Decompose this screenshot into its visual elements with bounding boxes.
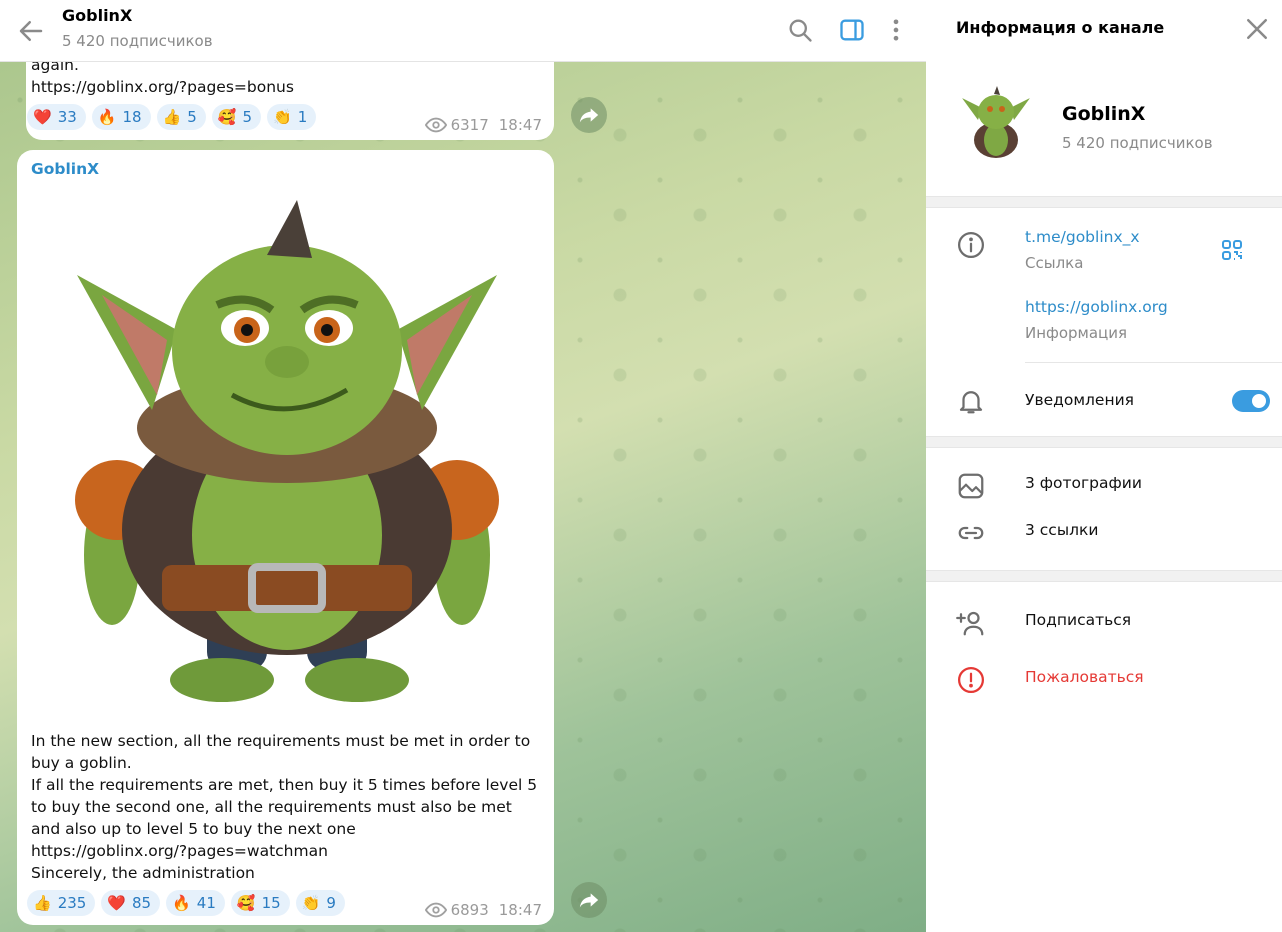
goblin-image[interactable] [57, 200, 517, 710]
media-section: 3 фотографии 3 ссылки [926, 448, 1282, 570]
message-text: In the new section, all the requirements… [31, 732, 531, 772]
message-link[interactable]: https://goblinx.org/?pages=watchman [31, 840, 328, 862]
report-button[interactable]: Пожаловаться [1025, 668, 1144, 686]
reaction-fire[interactable]: 🔥 41 [166, 890, 225, 916]
goblin-avatar-icon [956, 80, 1036, 160]
message-text: Sincerely, the administration [31, 864, 255, 882]
reaction-heart[interactable]: ❤️ 33 [27, 104, 86, 130]
message-meta: 6893 18:47 [424, 901, 542, 919]
search-icon[interactable] [786, 16, 814, 44]
divider [926, 196, 1282, 208]
notifications-label: Уведомления [1025, 391, 1134, 409]
reaction-clap[interactable]: 👏 9 [295, 890, 345, 916]
message-sender[interactable]: GoblinX [31, 160, 99, 178]
forward-arrow-icon [579, 893, 599, 908]
more-vertical-icon[interactable] [882, 16, 910, 44]
reaction-heart[interactable]: ❤️ 85 [101, 890, 161, 916]
reaction-thumbs-up[interactable]: 👍 5 [156, 104, 206, 130]
reaction-thumbs-up[interactable]: 👍 235 [27, 890, 96, 916]
channel-website[interactable]: https://goblinx.org [1025, 298, 1168, 316]
reactions-bar: 👍 235 ❤️ 85 🔥 41 🥰 15 👏 9 [27, 890, 345, 916]
photo-icon [958, 473, 984, 499]
share-button[interactable] [571, 97, 607, 133]
divider [926, 570, 1282, 582]
reaction-fire[interactable]: 🔥 18 [91, 104, 151, 130]
channel-info-label: Информация [1025, 324, 1128, 342]
divider [1025, 362, 1282, 363]
channel-name: GoblinX [1062, 103, 1146, 125]
channel-info-panel: Информация о канале GoblinX 5 420 подпис… [926, 0, 1282, 932]
qr-code-icon[interactable] [1220, 238, 1244, 262]
add-user-icon [956, 611, 984, 636]
view-count: 6317 [450, 116, 489, 134]
channel-subscribers: 5 420 подписчиков [62, 32, 213, 50]
report-icon [958, 667, 984, 693]
info-panel-title: Информация о канале [956, 18, 1165, 37]
chat-header: GoblinX 5 420 подписчиков [0, 0, 926, 62]
bell-icon [959, 391, 983, 414]
channel-details-section: t.me/goblinx_x Ссылка https://goblinx.or… [926, 208, 1282, 436]
message-meta: 6317 18:47 [424, 116, 542, 134]
links-item[interactable]: 3 ссылки [1025, 521, 1098, 539]
channel-link-label: Ссылка [1025, 254, 1084, 272]
reaction-clap[interactable]: 👏 1 [267, 104, 317, 130]
message-bubble: GoblinX In the new section, all the requ… [17, 150, 554, 925]
divider [926, 436, 1282, 448]
close-icon[interactable] [1242, 14, 1272, 44]
chat-area: GoblinX 5 420 подписчиков again. https:/… [0, 0, 926, 932]
sidebar-toggle-icon[interactable] [838, 16, 866, 44]
channel-subscriber-count: 5 420 подписчиков [1062, 134, 1213, 152]
reaction-smiling-hearts[interactable]: 🥰 5 [211, 104, 262, 130]
photos-item[interactable]: 3 фотографии [1025, 474, 1142, 492]
channel-profile: GoblinX 5 420 подписчиков [926, 58, 1282, 196]
reaction-smiling-hearts[interactable]: 🥰 15 [230, 890, 290, 916]
share-button[interactable] [571, 882, 607, 918]
back-arrow-icon[interactable] [16, 16, 46, 46]
message-time: 18:47 [498, 116, 542, 134]
channel-link[interactable]: t.me/goblinx_x [1025, 228, 1140, 246]
notifications-toggle[interactable] [1232, 390, 1270, 412]
link-icon [958, 526, 984, 540]
view-count: 6893 [450, 901, 489, 919]
message-link[interactable]: https://goblinx.org/?pages=bonus [31, 76, 294, 98]
eye-icon [424, 117, 447, 133]
reactions-bar: ❤️ 33 🔥 18 👍 5 🥰 5 👏 1 [27, 104, 317, 130]
message-text: If all the requirements are met, then bu… [31, 776, 538, 838]
channel-avatar[interactable] [956, 80, 1036, 160]
forward-arrow-icon [579, 108, 599, 123]
message-time: 18:47 [498, 901, 542, 919]
subscribe-button[interactable]: Подписаться [1025, 611, 1131, 629]
info-icon [958, 232, 984, 258]
info-panel-header: Информация о канале [926, 0, 1282, 58]
channel-title[interactable]: GoblinX [62, 6, 132, 25]
eye-icon [424, 902, 447, 918]
actions-section: Подписаться Пожаловаться [926, 582, 1282, 712]
